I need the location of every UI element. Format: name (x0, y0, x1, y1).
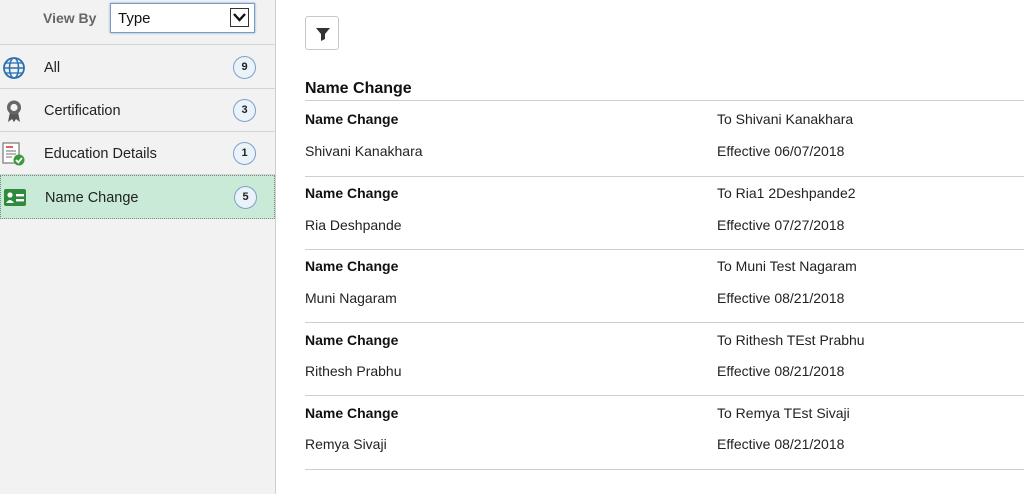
divider (305, 469, 1024, 470)
row-new-name: To Ria1 2Deshpande2 (717, 185, 856, 201)
row-new-name: To Rithesh TEst Prabhu (717, 332, 865, 348)
row-person-name: Shivani Kanakhara (305, 143, 423, 159)
divider (305, 395, 1024, 396)
view-by-bar: View By Type (0, 0, 275, 45)
sidebar-item-label: Certification (44, 103, 121, 119)
row-new-name: To Remya TEst Sivaji (717, 405, 850, 421)
sidebar-item-label: All (44, 60, 61, 76)
id-card-icon (3, 186, 27, 210)
row-title: Name Change (305, 111, 399, 127)
filter-button[interactable] (305, 16, 339, 50)
row-person-name: Muni Nagaram (305, 290, 397, 306)
row-title: Name Change (305, 332, 399, 348)
count-badge: 1 (233, 142, 256, 165)
sidebar-item-label: Education Details (44, 146, 157, 162)
divider (305, 176, 1024, 177)
sidebar-item-name-change[interactable]: Name Change 5 (0, 175, 275, 219)
row-title: Name Change (305, 405, 399, 421)
row-effective-date: Effective 08/21/2018 (717, 363, 845, 379)
row-new-name: To Shivani Kanakhara (717, 111, 854, 127)
sidebar: View By Type All 9 Certification 3 Educa… (0, 0, 276, 494)
sidebar-item-certification[interactable]: Certification 3 (0, 89, 275, 132)
row-person-name: Rithesh Prabhu (305, 363, 402, 379)
globe-icon (2, 56, 26, 80)
ribbon-icon (2, 99, 26, 123)
row-person-name: Remya Sivaji (305, 436, 387, 452)
divider (305, 100, 1024, 101)
sidebar-item-education-details[interactable]: Education Details 1 (0, 132, 275, 175)
row-new-name: To Muni Test Nagaram (717, 258, 857, 274)
document-check-icon (2, 142, 26, 166)
sidebar-item-label: Name Change (45, 190, 139, 206)
count-badge: 3 (233, 99, 256, 122)
count-badge: 9 (233, 56, 256, 79)
row-title: Name Change (305, 185, 399, 201)
divider (305, 322, 1024, 323)
section-title: Name Change (305, 80, 412, 97)
divider (305, 249, 1024, 250)
view-by-select[interactable]: Type (110, 3, 255, 33)
row-title: Name Change (305, 258, 399, 274)
count-badge: 5 (234, 186, 257, 209)
sidebar-item-all[interactable]: All 9 (0, 46, 275, 89)
row-effective-date: Effective 07/27/2018 (717, 217, 845, 233)
row-effective-date: Effective 08/21/2018 (717, 290, 845, 306)
view-by-value: Type (118, 10, 151, 27)
view-by-label: View By (43, 10, 97, 26)
row-effective-date: Effective 06/07/2018 (717, 143, 845, 159)
row-person-name: Ria Deshpande (305, 217, 402, 233)
row-effective-date: Effective 08/21/2018 (717, 436, 845, 452)
chevron-down-icon[interactable] (230, 8, 249, 27)
